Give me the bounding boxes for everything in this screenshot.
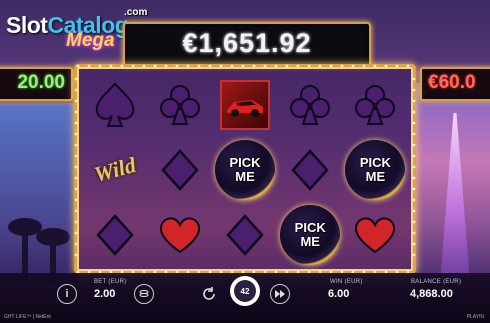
club-symbol-icon <box>278 73 342 137</box>
pick-label: PICK <box>359 155 391 170</box>
left-jackpot-display: 20.00 <box>0 67 73 101</box>
refresh-icon <box>203 287 215 300</box>
chip-icon: PICK ME <box>280 205 341 266</box>
pick-label: PICK <box>294 220 326 236</box>
game-stage: SlotCatalog .com Mega €1,651.92 20.00 €6… <box>0 0 490 323</box>
left-skyline <box>0 103 78 283</box>
diamond-symbol-icon <box>213 203 277 267</box>
club-symbol-icon <box>148 73 212 137</box>
diamond-symbol-icon <box>278 138 342 202</box>
pick-me-chip[interactable]: PICK ME <box>278 203 342 267</box>
reel-grid: Wild PICK ME PICK ME PICK ME <box>82 72 408 268</box>
spin-button[interactable] <box>199 284 219 304</box>
coins-icon <box>139 290 149 297</box>
logo-mega: Mega <box>66 30 115 51</box>
chip-icon: PICK ME <box>215 140 275 200</box>
heart-symbol-icon <box>343 203 407 267</box>
info-icon: i <box>65 288 69 300</box>
balance-value: 4,868.00 <box>410 288 453 300</box>
me-label: ME <box>365 169 386 184</box>
right-jackpot-display: €60.0 <box>420 67 490 101</box>
chip-icon: PICK ME <box>345 140 406 200</box>
fast-forward-button[interactable] <box>270 284 290 304</box>
win-value: 6.00 <box>328 288 350 300</box>
win-label: WIN (EUR) <box>330 279 363 285</box>
logo-slot: Slot <box>6 12 48 38</box>
bet-label: BET (EUR) <box>94 279 127 285</box>
footer-status: PLAYIN <box>466 314 484 320</box>
diamond-symbol-icon <box>148 138 212 202</box>
autoplay-count: 42 <box>234 280 256 302</box>
pick-me-chip[interactable]: PICK ME <box>343 138 407 202</box>
mega-jackpot-value: €1,651.92 <box>182 28 312 58</box>
control-bar: i BET (EUR) 2.00 42 WIN (EUR) 6.00 BALAN… <box>0 273 490 323</box>
diamond-symbol-icon <box>83 203 147 267</box>
bet-value: 2.00 <box>94 288 116 300</box>
left-jackpot-value: 20.00 <box>17 72 65 93</box>
autoplay-button[interactable]: 42 <box>230 276 260 306</box>
coins-button[interactable] <box>134 284 154 304</box>
club-symbol-icon <box>343 73 407 137</box>
info-button[interactable]: i <box>57 284 77 304</box>
red-car-symbol-icon <box>213 73 277 137</box>
spade-symbol-icon <box>83 73 147 137</box>
logo-com: .com <box>124 7 148 18</box>
me-label: ME <box>235 169 255 184</box>
pick-me-chip[interactable]: PICK ME <box>213 138 277 202</box>
heart-symbol-icon <box>148 203 212 267</box>
wild-symbol: Wild <box>83 138 147 202</box>
fast-forward-icon <box>275 290 285 298</box>
mega-jackpot-display: €1,651.92 <box>123 22 371 67</box>
balance-label: BALANCE (EUR) <box>411 279 462 285</box>
me-label: ME <box>300 234 320 250</box>
right-jackpot-value: €60.0 <box>428 72 476 93</box>
pick-label: PICK <box>229 155 261 170</box>
wild-label: Wild <box>90 152 138 188</box>
footer-game-name: GHT LIFE™ | NetEnt <box>4 314 51 320</box>
